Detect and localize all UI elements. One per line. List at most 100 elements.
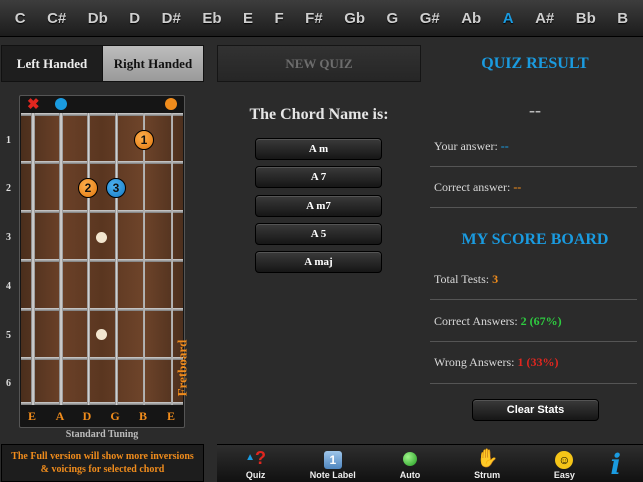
info-icon[interactable]: i xyxy=(610,448,621,481)
fret-wire xyxy=(21,161,183,164)
note-c-sharp[interactable]: C# xyxy=(47,10,66,27)
new-quiz-button[interactable]: NEW QUIZ xyxy=(217,45,421,82)
strum-tool-label: Strum xyxy=(474,470,501,480)
chord-prompt: The Chord Name is: xyxy=(249,106,389,123)
note-g[interactable]: G xyxy=(387,10,399,27)
bottom-toolbar: ▲? Quiz 1 Note Label Auto ✋ Strum ☺ Easy xyxy=(217,444,643,482)
wrong-answers-label: Wrong Answers: xyxy=(434,355,515,369)
string-name: E xyxy=(27,409,36,423)
string-name: E xyxy=(166,409,175,423)
answer-button[interactable]: A maj xyxy=(255,251,382,273)
note-c[interactable]: C xyxy=(15,10,26,27)
divider xyxy=(430,166,637,167)
string-a xyxy=(59,113,63,405)
full-version-note: The Full version will show more inversio… xyxy=(1,444,204,482)
divider xyxy=(430,207,637,208)
correct-answer-row: Correct answer: -- xyxy=(434,180,521,195)
your-answer-label: Your answer: xyxy=(434,139,498,153)
string-high-e xyxy=(171,113,173,405)
total-tests-row: Total Tests: 3 xyxy=(434,272,498,287)
note-a-sharp[interactable]: A# xyxy=(535,10,554,27)
fretboard[interactable] xyxy=(21,113,183,405)
fret-marker-5 xyxy=(96,329,107,340)
fret-wire xyxy=(21,308,183,311)
nut xyxy=(21,113,183,116)
hand-icon: ✋ xyxy=(475,448,499,468)
left-handed-button[interactable]: Left Handed xyxy=(2,46,102,81)
auto-tool-button[interactable]: Auto xyxy=(378,445,442,482)
right-handed-button[interactable]: Right Handed xyxy=(102,46,203,81)
fret-wire xyxy=(21,357,183,360)
note-a-flat[interactable]: Ab xyxy=(461,10,481,27)
your-answer-value: -- xyxy=(500,139,509,153)
total-tests-value: 3 xyxy=(492,272,499,286)
note-selector-bar: C C# Db D D# Eb E F F# Gb G G# Ab A A# B… xyxy=(0,0,643,37)
divider xyxy=(430,299,637,300)
string-name: G xyxy=(110,409,120,423)
note-label-tool-button[interactable]: 1 Note Label xyxy=(301,445,365,482)
smiley-face-icon: ☺ xyxy=(555,448,574,470)
correct-answers-label: Correct Answers: xyxy=(434,314,518,328)
note-b[interactable]: B xyxy=(617,10,628,27)
note-e[interactable]: E xyxy=(243,10,253,27)
note-a-selected[interactable]: A xyxy=(503,10,514,27)
clear-stats-button[interactable]: Clear Stats xyxy=(472,399,599,421)
total-tests-label: Total Tests: xyxy=(434,272,490,286)
open-string-orange-icon xyxy=(165,98,177,110)
quiz-tool-label: Quiz xyxy=(245,470,266,480)
easy-tool-button[interactable]: ☺ Easy xyxy=(532,445,596,482)
finger-1-dot: 1 xyxy=(134,130,154,150)
note-g-sharp[interactable]: G# xyxy=(420,10,440,27)
wrong-answers-value: 1 (33%) xyxy=(517,355,559,369)
muted-string-x-icon: ✖ xyxy=(27,96,40,113)
note-d[interactable]: D xyxy=(129,10,140,27)
auto-tool-label: Auto xyxy=(399,470,421,480)
correct-answer-value: -- xyxy=(513,180,522,194)
note-e-flat[interactable]: Eb xyxy=(202,10,221,27)
quiz-result-title: QUIZ RESULT xyxy=(481,55,589,72)
correct-answer-label: Correct answer: xyxy=(434,180,511,194)
note-d-sharp[interactable]: D# xyxy=(162,10,181,27)
open-string-blue-icon xyxy=(55,98,67,110)
finger-3-dot: 3 xyxy=(106,178,126,198)
answer-button[interactable]: A 7 xyxy=(255,166,382,188)
string-d xyxy=(87,113,90,405)
answer-button[interactable]: A m xyxy=(255,138,382,160)
tuning-label: Standard Tuning xyxy=(65,429,139,440)
fret-number: 6 xyxy=(6,378,11,389)
divider xyxy=(430,341,637,342)
fretboard-side-label: Fretboard xyxy=(174,339,190,397)
note-d-flat[interactable]: Db xyxy=(88,10,108,27)
fret-marker-3 xyxy=(96,232,107,243)
fret-wire xyxy=(21,259,183,262)
string-name: D xyxy=(82,409,92,423)
question-mark-icon: ▲? xyxy=(245,448,267,468)
quiz-tool-button[interactable]: ▲? Quiz xyxy=(224,445,288,482)
answer-button[interactable]: A m7 xyxy=(255,195,382,217)
note-g-flat[interactable]: Gb xyxy=(344,10,365,27)
string-g xyxy=(115,113,118,405)
answer-button[interactable]: A 5 xyxy=(255,223,382,245)
fret-number: 1 xyxy=(6,135,11,146)
string-name: A xyxy=(55,409,65,423)
note-f-sharp[interactable]: F# xyxy=(305,10,323,27)
fret-number: 4 xyxy=(6,281,11,292)
fretboard-side-tab[interactable]: Fretboard xyxy=(174,338,206,398)
fret-number: 2 xyxy=(6,183,11,194)
fret-wire xyxy=(21,210,183,213)
note-b-flat[interactable]: Bb xyxy=(576,10,596,27)
your-answer-row: Your answer: -- xyxy=(434,139,509,154)
handedness-toggle: Left Handed Right Handed xyxy=(1,45,204,82)
divider xyxy=(430,383,637,384)
string-b xyxy=(143,113,145,405)
fret-number: 3 xyxy=(6,232,11,243)
strum-tool-button[interactable]: ✋ Strum xyxy=(455,445,519,482)
fret-wire xyxy=(21,402,183,405)
green-ball-icon xyxy=(402,448,417,470)
easy-tool-label: Easy xyxy=(553,470,575,480)
fret-number: 5 xyxy=(6,330,11,341)
string-name: B xyxy=(138,409,147,423)
note-f[interactable]: F xyxy=(275,10,284,27)
correct-answers-row: Correct Answers: 2 (67%) xyxy=(434,314,562,329)
note-label-tool-label: Note Label xyxy=(309,470,356,480)
